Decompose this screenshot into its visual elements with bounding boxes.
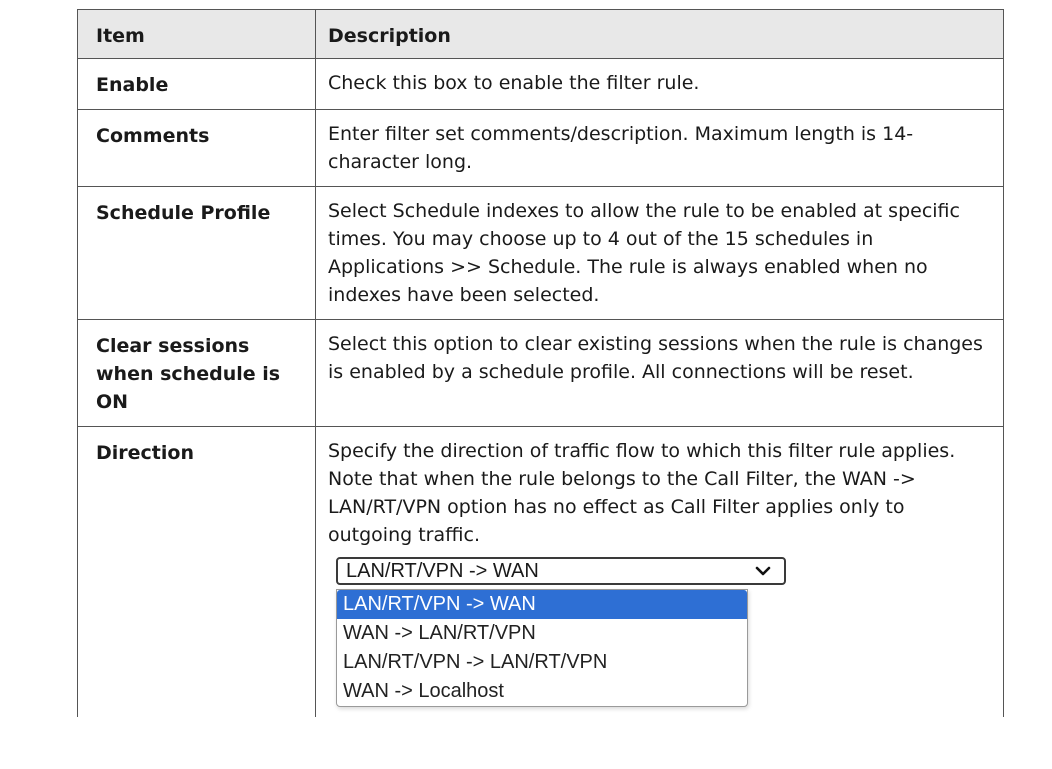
table-row: Clear sessions when schedule is ON Selec… [77,319,1004,427]
direction-dropdown-list: LAN/RT/VPN -> WAN WAN -> LAN/RT/VPN LAN/… [336,589,748,707]
row-item-label: Schedule Profile [77,186,316,320]
chevron-down-icon [752,560,774,582]
row-item-label: Direction [77,426,316,717]
table-row: Enable Check this box to enable the filt… [77,58,1004,110]
table-row: Comments Enter filter set comments/descr… [77,109,1004,187]
description-table: Item Description Enable Check this box t… [77,9,1004,717]
direction-option[interactable]: WAN -> Localhost [337,677,747,706]
row-item-label: Comments [77,109,316,187]
table-row: Schedule Profile Select Schedule indexes… [77,186,1004,320]
direction-select-screenshot: LAN/RT/VPN -> WAN LAN/RT/VPN -> WAN WAN … [336,557,786,707]
direction-select-value: LAN/RT/VPN -> WAN [346,560,539,582]
header-description: Description [315,9,1004,59]
table-row: Direction Specify the direction of traff… [77,426,1004,717]
table-header-row: Item Description [77,9,1004,59]
row-item-label: Clear sessions when schedule is ON [77,319,316,427]
direction-option[interactable]: LAN/RT/VPN -> LAN/RT/VPN [337,648,747,677]
row-description: Select Schedule indexes to allow the rul… [315,186,1004,320]
row-description: Select this option to clear existing ses… [315,319,1004,427]
direction-option[interactable]: WAN -> LAN/RT/VPN [337,619,747,648]
row-description: Check this box to enable the filter rule… [315,58,1004,110]
row-description: Enter filter set comments/description. M… [315,109,1004,187]
direction-option[interactable]: LAN/RT/VPN -> WAN [337,590,747,619]
header-item: Item [77,9,316,59]
row-description: Specify the direction of traffic flow to… [315,426,1004,717]
direction-select[interactable]: LAN/RT/VPN -> WAN [336,557,786,585]
row-item-label: Enable [77,58,316,110]
direction-description-text: Specify the direction of traffic flow to… [328,440,956,546]
